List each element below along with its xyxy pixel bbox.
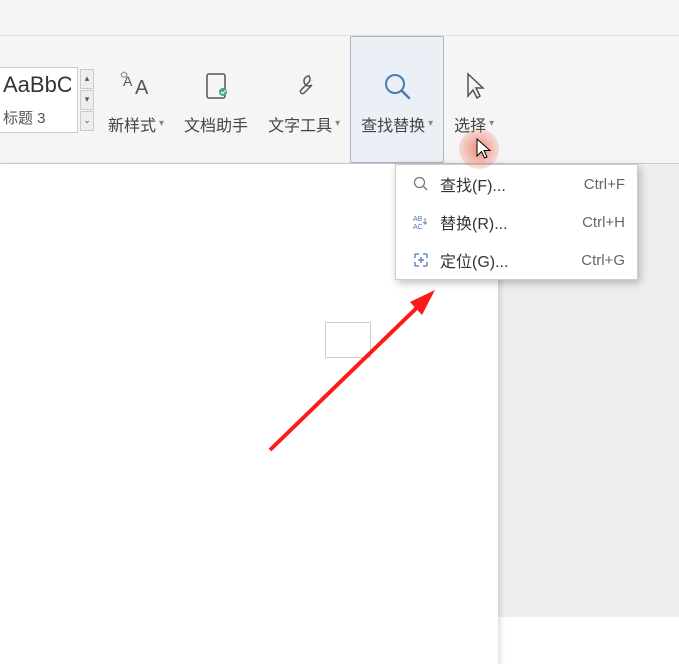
menu-replace-shortcut: Ctrl+H xyxy=(582,214,625,231)
search-icon xyxy=(408,175,434,193)
menu-goto-shortcut: Ctrl+G xyxy=(581,252,625,269)
chevron-down-icon: ▾ xyxy=(335,118,340,129)
select-button[interactable]: 选择▾ xyxy=(444,36,504,163)
menu-goto-label: 定位(G)... xyxy=(440,248,581,272)
menu-item-find[interactable]: 查找(F)... Ctrl+F xyxy=(396,165,637,203)
text-tools-label: 文字工具 xyxy=(268,112,332,136)
find-replace-button[interactable]: 查找替换▾ xyxy=(350,36,444,163)
text-tools-button[interactable]: 文字工具▾ xyxy=(258,36,350,163)
magnifier-icon xyxy=(380,66,414,106)
style-name-label: 标题 3 xyxy=(3,107,71,128)
menu-replace-label: 替换(R)... xyxy=(440,210,582,234)
style-expand-button[interactable]: ⌄ xyxy=(80,111,94,131)
chevron-down-icon: ▾ xyxy=(428,118,433,129)
title-bar xyxy=(0,0,679,36)
doc-helper-button[interactable]: 文档助手 xyxy=(174,36,258,163)
menu-item-replace[interactable]: ABAC 替换(R)... Ctrl+H xyxy=(396,203,637,241)
select-label: 选择 xyxy=(454,112,486,136)
style-gallery[interactable]: AaBbCcDd 标题 3 ▴ ▾ ⌄ xyxy=(0,36,98,163)
chevron-down-icon: ▾ xyxy=(159,118,164,129)
svg-text:AB: AB xyxy=(413,216,423,223)
style-item-heading3[interactable]: AaBbCcDd 标题 3 xyxy=(0,67,78,133)
new-style-icon: A A xyxy=(119,66,153,106)
find-replace-dropdown: 查找(F)... Ctrl+F ABAC 替换(R)... Ctrl+H 定位(… xyxy=(395,164,638,280)
goto-icon xyxy=(408,251,434,269)
ribbon-toolbar: AaBbCcDd 标题 3 ▴ ▾ ⌄ A A 新样式▾ 文档助手 xyxy=(0,36,679,164)
new-style-label: 新样式 xyxy=(108,112,156,136)
chevron-down-icon: ▾ xyxy=(489,118,494,129)
style-down-button[interactable]: ▾ xyxy=(80,90,94,110)
style-up-button[interactable]: ▴ xyxy=(80,69,94,89)
find-replace-label: 查找替换 xyxy=(361,112,425,136)
cursor-arrow-icon xyxy=(460,66,488,106)
svg-text:AC: AC xyxy=(413,224,423,231)
svg-text:A: A xyxy=(135,77,149,99)
menu-find-shortcut: Ctrl+F xyxy=(584,176,625,193)
new-style-button[interactable]: A A 新样式▾ xyxy=(98,36,174,163)
doc-helper-icon xyxy=(201,66,231,106)
style-gallery-spinner: ▴ ▾ ⌄ xyxy=(80,69,94,131)
wrench-icon xyxy=(289,66,319,106)
text-insertion-box[interactable] xyxy=(325,322,371,358)
menu-item-goto[interactable]: 定位(G)... Ctrl+G xyxy=(396,241,637,279)
replace-icon: ABAC xyxy=(408,213,434,231)
svg-text:A: A xyxy=(123,73,133,89)
doc-helper-label: 文档助手 xyxy=(184,112,248,136)
menu-find-label: 查找(F)... xyxy=(440,172,584,196)
style-preview-text: AaBbCcDd xyxy=(3,72,71,98)
